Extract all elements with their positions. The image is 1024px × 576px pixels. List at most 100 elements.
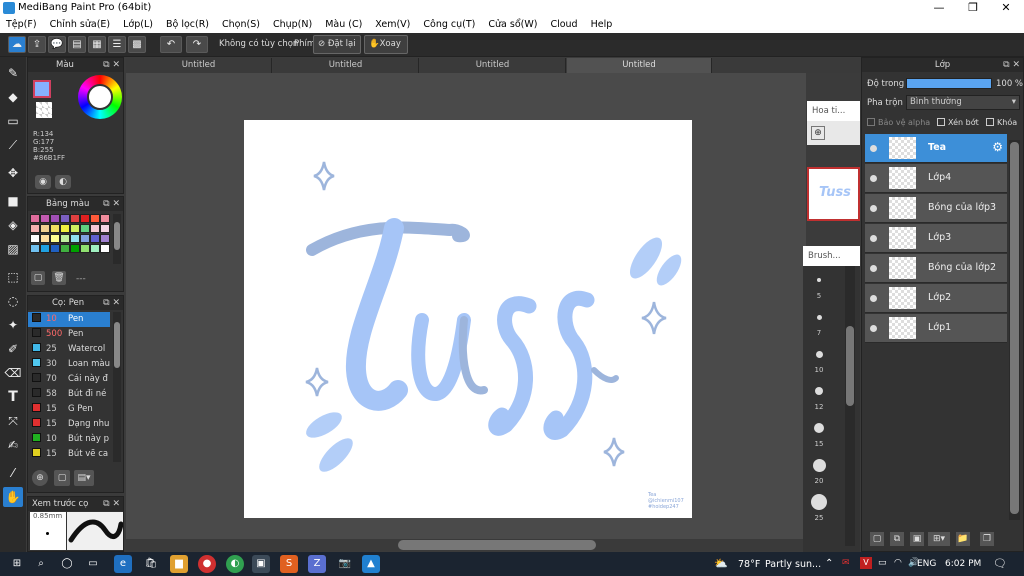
layer-scrollbar[interactable]: [1009, 140, 1020, 520]
layer-row[interactable]: Lớp4: [865, 164, 1007, 193]
network-icon[interactable]: ▭: [878, 558, 887, 568]
menu-view[interactable]: Xem(V): [375, 19, 410, 30]
visibility-icon[interactable]: [870, 205, 877, 212]
palette-swatch[interactable]: [60, 234, 70, 243]
brush-size-dot[interactable]: [812, 458, 826, 472]
palette-scrollbar[interactable]: [113, 214, 121, 264]
drawing-canvas[interactable]: Tea @ichienmi107 #hoidep247: [244, 120, 692, 518]
menu-snap[interactable]: Chụp(N): [273, 19, 312, 30]
palette-swatch[interactable]: [40, 244, 50, 253]
magic-wand-tool-icon[interactable]: ✦: [3, 315, 23, 335]
menu-filter[interactable]: Bộ lọc(R): [166, 19, 209, 30]
menu-color[interactable]: Màu (C): [325, 19, 362, 30]
minimize-button[interactable]: —: [922, 0, 956, 16]
palette-swatch[interactable]: [80, 224, 90, 233]
palette-swatch[interactable]: [100, 224, 110, 233]
fill-rect-tool-icon[interactable]: ■: [3, 191, 23, 211]
color-wheel[interactable]: [78, 75, 122, 119]
notification-icon[interactable]: 🗨: [993, 557, 1007, 570]
gear-icon[interactable]: ⚙: [992, 140, 1003, 154]
clip-option[interactable]: Xén bớt: [937, 118, 979, 127]
shape-tool-icon[interactable]: ▭: [3, 111, 23, 131]
clock[interactable]: 6:02 PM: [945, 559, 981, 569]
menu-window[interactable]: Cửa sổ(W): [488, 19, 537, 30]
layer-row[interactable]: Tea ⚙: [865, 134, 1007, 163]
delete-palette-icon[interactable]: 🗑: [52, 271, 66, 285]
comment-icon[interactable]: 💬: [48, 36, 66, 53]
primary-color-swatch[interactable]: [33, 80, 51, 98]
panel-close-icon[interactable]: ⧉ ✕: [103, 197, 120, 211]
palette-swatch[interactable]: [50, 244, 60, 253]
visibility-icon[interactable]: [870, 295, 877, 302]
navigator-thumbnail[interactable]: Tuss: [807, 167, 860, 221]
brush-item[interactable]: 30 Loan màu: [28, 357, 110, 372]
layer-row[interactable]: Lớp3: [865, 224, 1007, 253]
photos-icon[interactable]: ▲: [362, 555, 380, 573]
blend-mode-select[interactable]: Bình thường ▾: [906, 95, 1020, 110]
panel-close-icon[interactable]: ⧉ ✕: [1003, 58, 1020, 72]
cortana-icon[interactable]: ◯: [58, 555, 76, 573]
palette-swatch[interactable]: [90, 214, 100, 223]
gradient-tool-icon[interactable]: ▨: [3, 239, 23, 259]
palette-swatch[interactable]: [30, 214, 40, 223]
palette-swatch[interactable]: [70, 214, 80, 223]
new-palette-icon[interactable]: ▢: [31, 271, 45, 285]
lasso-tool-icon[interactable]: ◌: [3, 291, 23, 311]
app-s-icon[interactable]: S: [280, 555, 298, 573]
brush-size-dot[interactable]: [811, 494, 827, 510]
eraser-tool-icon[interactable]: ◆: [3, 87, 23, 107]
brush-item[interactable]: 25 Watercol: [28, 342, 110, 357]
panel-close-icon[interactable]: ⧉ ✕: [103, 58, 120, 72]
line-tool-icon[interactable]: ⟋: [3, 135, 23, 155]
brush-size-dot[interactable]: [815, 387, 823, 395]
redo-icon[interactable]: ↷: [186, 36, 208, 53]
transparent-color-swatch[interactable]: [36, 102, 52, 118]
select-pen-tool-icon[interactable]: ✐: [3, 339, 23, 359]
brush-item[interactable]: 10Pen⚙: [28, 312, 110, 327]
tray-v-icon[interactable]: V: [860, 557, 872, 569]
palette-swatch[interactable]: [100, 214, 110, 223]
brush-menu-icon[interactable]: ▤▾: [74, 470, 94, 486]
palette-swatch[interactable]: [80, 244, 90, 253]
brush-item[interactable]: 15 Bút vẽ ca: [28, 447, 110, 462]
brush-size-scrollbar[interactable]: [845, 266, 855, 546]
panel-close-icon[interactable]: ⧉ ✕: [103, 296, 120, 310]
language-indicator[interactable]: ENG: [917, 559, 936, 569]
palette-swatch[interactable]: [70, 244, 80, 253]
eyedropper-tool-icon[interactable]: ⁄: [3, 463, 23, 483]
grid-icon[interactable]: ▩: [128, 36, 146, 53]
add-brush-icon[interactable]: ⊕: [32, 470, 48, 486]
document-tab-1[interactable]: Untitled: [126, 58, 272, 73]
zalo-icon[interactable]: Z: [308, 555, 326, 573]
select-eraser-tool-icon[interactable]: ⌫: [3, 363, 23, 383]
palette-swatch[interactable]: [30, 244, 40, 253]
cloud-icon[interactable]: ☁: [8, 36, 26, 53]
zoom-icon[interactable]: ⊕: [811, 126, 825, 140]
palette-swatch[interactable]: [100, 244, 110, 253]
document-icon[interactable]: ▦: [88, 36, 106, 53]
color-mode-icon[interactable]: ◉: [35, 175, 51, 189]
palette-swatch[interactable]: [100, 234, 110, 243]
task-view-icon[interactable]: ▭: [84, 555, 102, 573]
menu-file[interactable]: Tệp(F): [6, 19, 37, 30]
palette-swatch[interactable]: [60, 224, 70, 233]
undo-icon[interactable]: ↶: [160, 36, 182, 53]
brush-item[interactable]: 15 G Pen: [28, 402, 110, 417]
palette-swatch[interactable]: [40, 224, 50, 233]
palette-swatch[interactable]: [40, 214, 50, 223]
palette-swatch[interactable]: [60, 214, 70, 223]
opacity-slider[interactable]: [906, 78, 992, 89]
palette-swatch[interactable]: [90, 234, 100, 243]
palette-swatch[interactable]: [80, 214, 90, 223]
lock-option[interactable]: Khóa: [986, 118, 1017, 127]
layer-add-menu-icon[interactable]: ⊞▾: [928, 532, 950, 546]
layer-folder-icon[interactable]: ▣: [910, 532, 924, 546]
move-tool-icon[interactable]: ✥: [3, 163, 23, 183]
document-tab-4[interactable]: Untitled: [567, 58, 712, 73]
palette-swatch[interactable]: [60, 244, 70, 253]
palette-swatch[interactable]: [30, 224, 40, 233]
document-tab-2[interactable]: Untitled: [273, 58, 419, 73]
menu-help[interactable]: Help: [591, 19, 613, 30]
menu-select[interactable]: Chọn(S): [222, 19, 260, 30]
brush-item[interactable]: 500 Pen: [28, 327, 110, 342]
